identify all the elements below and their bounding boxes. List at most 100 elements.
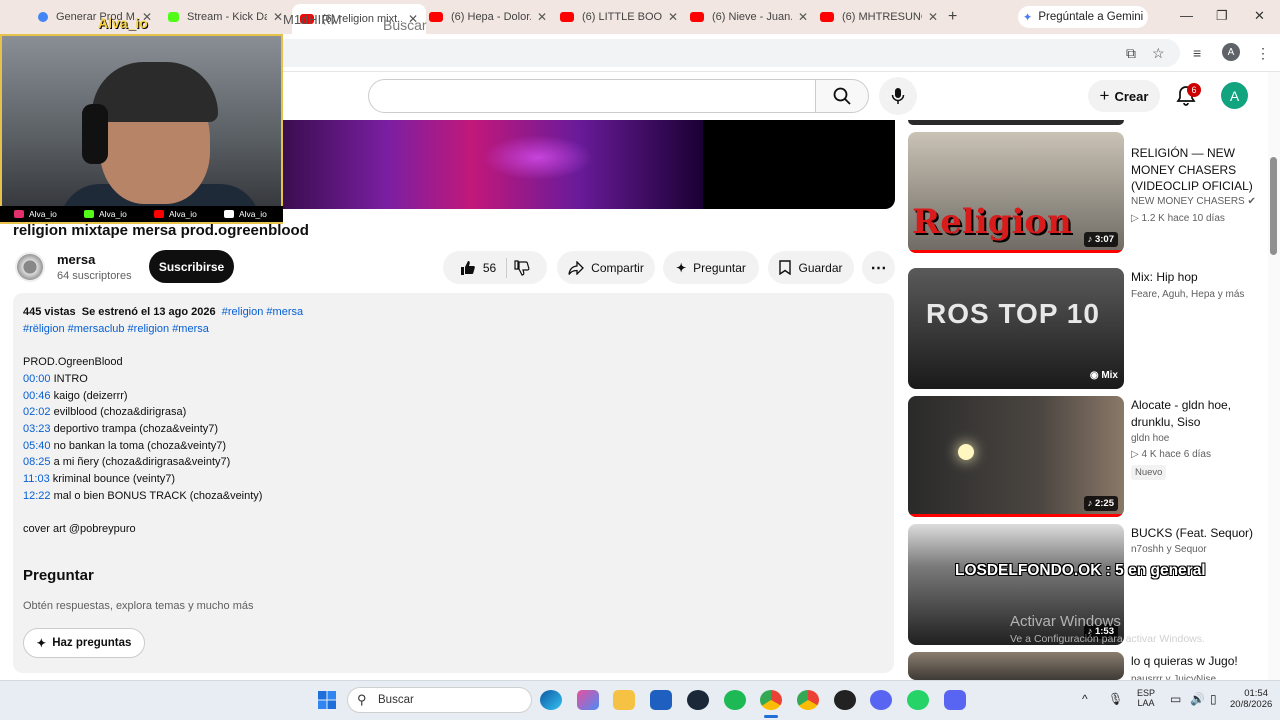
url-field[interactable]	[270, 39, 1180, 67]
chrome-icon[interactable]	[760, 690, 782, 710]
microsoft-store-icon[interactable]	[650, 690, 672, 710]
system-clock[interactable]: 01:54 20/8/2026	[1230, 688, 1272, 710]
premiere-date: Se estrenó el 13 ago 2026	[81, 306, 216, 318]
browser-profile-avatar[interactable]: A	[1222, 43, 1240, 61]
youtube-favicon-icon	[690, 12, 704, 22]
account-avatar[interactable]: A	[1221, 82, 1248, 109]
tab-close-icon[interactable]: ✕	[798, 10, 808, 24]
recommended-mix[interactable]: ROS TOP 10 ◉ Mix Mix: Hip hop Feare, Agu…	[907, 268, 1267, 390]
discord-icon[interactable]	[944, 690, 966, 710]
plus-icon: +	[1099, 86, 1110, 105]
network-icon[interactable]: ▭	[1170, 692, 1181, 706]
video-thumbnail[interactable]: Religion ♪ 3:07	[908, 132, 1124, 253]
create-button[interactable]: + Crear	[1088, 80, 1160, 112]
tab-close-icon[interactable]: ✕	[928, 10, 938, 24]
app-icon[interactable]	[870, 690, 892, 710]
video-player[interactable]	[283, 120, 895, 209]
video-title[interactable]: Alocate - gldn hoe, drunklu, Siso	[1131, 397, 1259, 430]
recommended-video[interactable]: Religion ♪ 3:07 RELIGIÓN — NEW MONEY CHA…	[907, 132, 1267, 254]
voice-search-button[interactable]	[879, 77, 917, 115]
chapter-line: 05:40 no bankan la toma (choza&veinty7)	[23, 440, 227, 452]
scrollbar-thumb[interactable]	[1270, 157, 1277, 255]
browser-menu-icon[interactable]: ⋮	[1256, 45, 1270, 62]
gemini-button[interactable]: ✦ Pregúntale a Gemini	[1018, 6, 1148, 28]
copilot-icon[interactable]	[577, 690, 599, 710]
more-actions-button[interactable]: ⋯	[862, 251, 895, 284]
video-title[interactable]: Mix: Hip hop	[1131, 269, 1259, 286]
ask-button[interactable]: ✦ Preguntar	[663, 251, 759, 284]
new-badge: Nuevo	[1131, 465, 1167, 480]
channel-name[interactable]: n7oshh y Sequor	[1131, 544, 1207, 555]
browser-tab[interactable]: Stream - Kick Da...✕	[160, 5, 291, 29]
video-title[interactable]: RELIGIÓN — NEW MONEY CHASERS (VIDEOCLIP …	[1131, 145, 1259, 195]
hashtag-links[interactable]: #rëligion #mersaclub #religion #mersa	[23, 323, 209, 335]
channel-avatar[interactable]	[15, 252, 45, 282]
video-thumbnail[interactable]: ♪ 2:25	[908, 396, 1124, 517]
chapter-timestamp[interactable]: 00:46	[23, 390, 51, 402]
whatsapp-icon[interactable]	[907, 690, 929, 710]
chrome-profile-icon[interactable]	[797, 690, 819, 710]
edge-icon[interactable]	[540, 690, 562, 710]
media-control-icon[interactable]: ≡	[1193, 45, 1201, 61]
thumbs-down-icon[interactable]	[514, 259, 530, 276]
channel-name[interactable]: NEW MONEY CHASERS ✔	[1131, 196, 1256, 207]
channel-name[interactable]: mersa	[57, 252, 95, 267]
video-thumbnail[interactable]: ROS TOP 10 ◉ Mix	[908, 268, 1124, 389]
chapter-timestamp[interactable]: 08:25	[23, 456, 51, 468]
new-tab-button[interactable]: +	[948, 8, 957, 26]
share-button[interactable]: Compartir	[557, 251, 655, 284]
bookmark-star-icon[interactable]: ☆	[1152, 45, 1165, 62]
youtube-favicon-icon	[560, 12, 574, 22]
close-window-button[interactable]: ✕	[1254, 8, 1265, 24]
search-button[interactable]	[815, 79, 869, 113]
input-language[interactable]: ESP LAA	[1133, 688, 1159, 708]
tray-chevron-icon[interactable]: ^	[1082, 692, 1088, 706]
hashtag-links[interactable]: #religion #mersa	[222, 306, 303, 318]
obs-icon[interactable]	[834, 690, 856, 710]
tab-close-icon[interactable]: ✕	[273, 10, 283, 24]
install-app-icon[interactable]: ⧉	[1126, 45, 1136, 62]
streamer-name: Alva_io	[98, 15, 148, 31]
recommended-video[interactable]: lo q quieras w Jugo! pausrrr y JuicyNise	[907, 652, 1267, 685]
spotify-icon[interactable]	[724, 690, 746, 710]
steam-icon[interactable]	[687, 690, 709, 710]
start-button[interactable]	[317, 690, 337, 710]
recommended-video[interactable]: ♪ 2:25 Alocate - gldn hoe, drunklu, Siso…	[907, 396, 1267, 518]
url-text[interactable]: M1dHIRM	[283, 12, 342, 27]
volume-icon[interactable]: 🔊	[1190, 692, 1205, 706]
tray-mic-icon[interactable]: 🎙	[1108, 692, 1123, 706]
file-explorer-icon[interactable]	[613, 690, 635, 710]
browser-tab[interactable]: (6) Hepa - Dolor... ✕	[421, 5, 555, 29]
save-button[interactable]: Guardar	[768, 251, 854, 284]
search-placeholder[interactable]: Buscar	[383, 17, 427, 33]
channel-name[interactable]: gldn hoe	[1131, 433, 1169, 444]
browser-tab-strip: Generar Prod M...✕ Stream - Kick Da...✕ …	[0, 0, 1280, 34]
video-thumbnail[interactable]	[908, 652, 1124, 680]
search-input[interactable]	[368, 79, 816, 113]
chapter-timestamp[interactable]: 12:22	[23, 490, 51, 502]
minimize-button[interactable]: —	[1180, 8, 1193, 23]
chapter-timestamp[interactable]: 05:40	[23, 440, 51, 452]
chapter-timestamp[interactable]: 02:02	[23, 406, 51, 418]
browser-tab[interactable]: (6) Nieve - Juan... ✕	[682, 5, 816, 29]
tab-close-icon[interactable]: ✕	[668, 10, 678, 24]
short-video-icon: ▷	[1131, 449, 1139, 460]
tab-close-icon[interactable]: ✕	[537, 10, 547, 24]
video-title[interactable]: BUCKS (Feat. Sequor)	[1131, 525, 1259, 542]
ask-questions-button[interactable]: ✦ Haz preguntas	[23, 628, 145, 658]
chapter-timestamp[interactable]: 03:23	[23, 423, 51, 435]
microphone-icon	[891, 88, 905, 104]
battery-icon[interactable]: ▯	[1210, 692, 1217, 706]
taskbar-search-label[interactable]: Buscar	[378, 694, 414, 706]
video-title[interactable]: lo q quieras w Jugo!	[1131, 653, 1259, 670]
video-description[interactable]: 445 vistas Se estrenó el 13 ago 2026 #re…	[13, 293, 894, 673]
subscribe-button[interactable]: Suscribirse	[149, 250, 234, 283]
maximize-button[interactable]: ❐	[1216, 8, 1228, 24]
chapter-timestamp[interactable]: 00:00	[23, 373, 51, 385]
mix-artists: Feare, Aguh, Hepa y más	[1131, 289, 1245, 300]
browser-tab[interactable]: (6) LITTLE BOOG...✕	[552, 5, 686, 29]
browser-tab[interactable]: (6) MHTRESUNC...✕	[812, 5, 946, 29]
like-button[interactable]: 56	[460, 257, 508, 278]
chapter-timestamp[interactable]: 11:03	[23, 473, 50, 485]
taskbar-search-box[interactable]	[347, 687, 532, 713]
